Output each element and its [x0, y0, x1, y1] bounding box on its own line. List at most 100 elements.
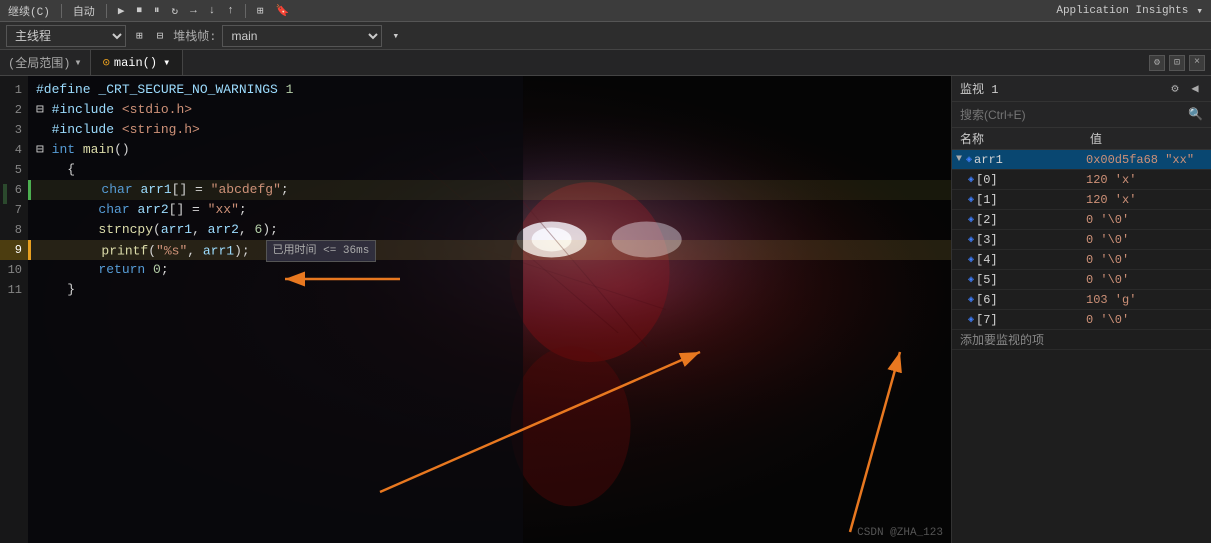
watch-title: 监视 1	[960, 80, 1161, 97]
code-line-2: ⊟ #include <stdio.h>	[28, 100, 951, 120]
toolbar-separator2	[106, 4, 107, 18]
active-tab[interactable]: ⊙ main() ▾	[91, 50, 184, 75]
db-icon-7: ◈	[968, 314, 974, 326]
line-num-1: 1	[0, 80, 28, 100]
toolbar-icon-2[interactable]: ⏹	[132, 4, 146, 18]
watch-val-1: 120 'x'	[1082, 193, 1211, 207]
thread-icon-1[interactable]: ⊞	[132, 28, 147, 44]
add-watch-row[interactable]: 添加要监视的项	[952, 330, 1211, 350]
watch-row-0[interactable]: ◈ [0] 120 'x'	[952, 170, 1211, 190]
code-line-9: printf("%s", arr1); 已用时间 <= 36ms	[28, 240, 951, 260]
db-icon-3: ◈	[968, 234, 974, 246]
watch-name-arr1: ▼ ◈ arr1	[952, 153, 1082, 167]
watch-row-7[interactable]: ◈ [7] 0 '\0'	[952, 310, 1211, 330]
db-icon-arr1: ◈	[966, 154, 972, 166]
watch-rows: ▼ ◈ arr1 0x00d5fa68 "xx" ◈ [0] 120 'x' ◈…	[952, 150, 1211, 543]
thread-selector[interactable]: 主线程	[6, 25, 126, 47]
thread-icon-2[interactable]: ⊟	[153, 28, 168, 44]
line-num-7: 7	[0, 200, 28, 220]
watch-col-name-header: 名称	[956, 130, 1086, 147]
line-num-2: 2	[0, 100, 28, 120]
watch-row-3[interactable]: ◈ [3] 0 '\0'	[952, 230, 1211, 250]
watch-row-6[interactable]: ◈ [6] 103 'g'	[952, 290, 1211, 310]
code-line-6: char arr1[] = "abcdefg";	[28, 180, 951, 200]
watch-row-arr1[interactable]: ▼ ◈ arr1 0x00d5fa68 "xx"	[952, 150, 1211, 170]
line-num-11: 11	[0, 280, 28, 300]
db-icon-1: ◈	[968, 194, 974, 206]
app-insights-dropdown[interactable]: ▾	[1192, 3, 1207, 19]
db-icon-4: ◈	[968, 254, 974, 266]
toolbar-icon-6[interactable]: ↓	[205, 4, 220, 18]
watch-row-2[interactable]: ◈ [2] 0 '\0'	[952, 210, 1211, 230]
tab-label: main()	[114, 56, 157, 70]
line-num-6: 6	[0, 180, 28, 200]
stack-label: 堆栈帧:	[173, 27, 216, 44]
watch-header: 监视 1 ⚙ ◀	[952, 76, 1211, 102]
code-line-3: #include <string.h>	[28, 120, 951, 140]
line-numbers: 1 2 3 4 5 6 7 8 9 10 11	[0, 76, 28, 543]
tab-ctrl-settings[interactable]: ⚙	[1149, 55, 1165, 71]
watch-val-3: 0 '\0'	[1082, 233, 1211, 247]
toolbar-icon-4[interactable]: ↻	[167, 3, 182, 19]
line-num-5: 5	[0, 160, 28, 180]
toolbar-icon-3[interactable]: ⏸	[150, 4, 164, 18]
watch-col-value-header: 值	[1086, 130, 1207, 147]
line-num-10: 10	[0, 260, 28, 280]
line-num-8: 8	[0, 220, 28, 240]
toolbar-icon-1[interactable]: ▶	[114, 3, 129, 19]
toolbar-separator	[61, 4, 62, 18]
db-icon-6: ◈	[968, 294, 974, 306]
auto-btn[interactable]: 自动	[69, 2, 99, 20]
line-num-3: 3	[0, 120, 28, 140]
stack-selector[interactable]: main	[222, 25, 382, 47]
main-area: 1 2 3 4 5 6 7 8 9 10 11 #define _CRT_SEC…	[0, 76, 1211, 543]
code-line-8: strncpy(arr1, arr2, 6);	[28, 220, 951, 240]
tab-arrow[interactable]: ▾	[163, 55, 170, 70]
code-line-4: ⊟ int main()	[28, 140, 951, 160]
code-line-10: return 0;	[28, 260, 951, 280]
watch-search-bar[interactable]: 🔍	[952, 102, 1211, 128]
watch-val-arr1: 0x00d5fa68 "xx"	[1082, 153, 1211, 167]
top-toolbar: 继续(C) 自动 ▶ ⏹ ⏸ ↻ → ↓ ↑ ⊞ 🔖 Application I…	[0, 0, 1211, 22]
scope-label: (全局范围)	[8, 54, 70, 71]
toolbar-icon-8[interactable]: ⊞	[253, 3, 268, 19]
continue-btn[interactable]: 继续(C)	[4, 2, 54, 20]
line-num-4: 4	[0, 140, 28, 160]
search-icon[interactable]: 🔍	[1188, 107, 1203, 122]
tab-controls: ⚙ ⊡ ×	[1149, 50, 1211, 75]
watch-settings-icon[interactable]: ⚙	[1167, 81, 1183, 97]
watch-row-5[interactable]: ◈ [5] 0 '\0'	[952, 270, 1211, 290]
watch-table-header: 名称 值	[952, 128, 1211, 150]
code-line-11: }	[28, 280, 951, 300]
watch-row-4[interactable]: ◈ [4] 0 '\0'	[952, 250, 1211, 270]
toolbar-icon-9[interactable]: 🔖	[272, 3, 294, 19]
watch-row-1[interactable]: ◈ [1] 120 'x'	[952, 190, 1211, 210]
scope-section[interactable]: (全局范围) ▾	[0, 50, 91, 75]
watch-val-2: 0 '\0'	[1082, 213, 1211, 227]
line-num-9: 9	[0, 240, 28, 260]
csdn-watermark: CSDN @ZHA_123	[857, 527, 943, 539]
watch-val-6: 103 'g'	[1082, 293, 1211, 307]
tab-ctrl-close[interactable]: ×	[1189, 55, 1205, 71]
watch-search-input[interactable]	[960, 108, 1184, 122]
application-insights-label: Application Insights	[1056, 5, 1188, 17]
toolbar-separator3	[245, 4, 246, 18]
tab-icon: ⊙	[103, 55, 110, 70]
db-icon-2: ◈	[968, 214, 974, 226]
scope-arrow[interactable]: ▾	[74, 55, 81, 70]
code-line-5: {	[28, 160, 951, 180]
watch-header-icons: ⚙ ◀	[1167, 81, 1203, 97]
toolbar-icon-7[interactable]: ↑	[223, 4, 238, 18]
watch-val-7: 0 '\0'	[1082, 313, 1211, 327]
watch-back-icon[interactable]: ◀	[1187, 81, 1203, 97]
code-line-7: char arr2[] = "xx";	[28, 200, 951, 220]
toolbar-icon-5[interactable]: →	[186, 4, 201, 18]
code-editor[interactable]: 1 2 3 4 5 6 7 8 9 10 11 #define _CRT_SEC…	[0, 76, 951, 543]
stack-dropdown-arrow[interactable]: ▾	[388, 28, 403, 44]
watch-val-4: 0 '\0'	[1082, 253, 1211, 267]
add-watch-label: 添加要监视的项	[960, 331, 1044, 348]
tab-ctrl-expand[interactable]: ⊡	[1169, 55, 1185, 71]
second-toolbar: 主线程 ⊞ ⊟ 堆栈帧: main ▾	[0, 22, 1211, 50]
exec-time-badge: 已用时间 <= 36ms	[266, 240, 377, 262]
db-icon-0: ◈	[968, 174, 974, 186]
